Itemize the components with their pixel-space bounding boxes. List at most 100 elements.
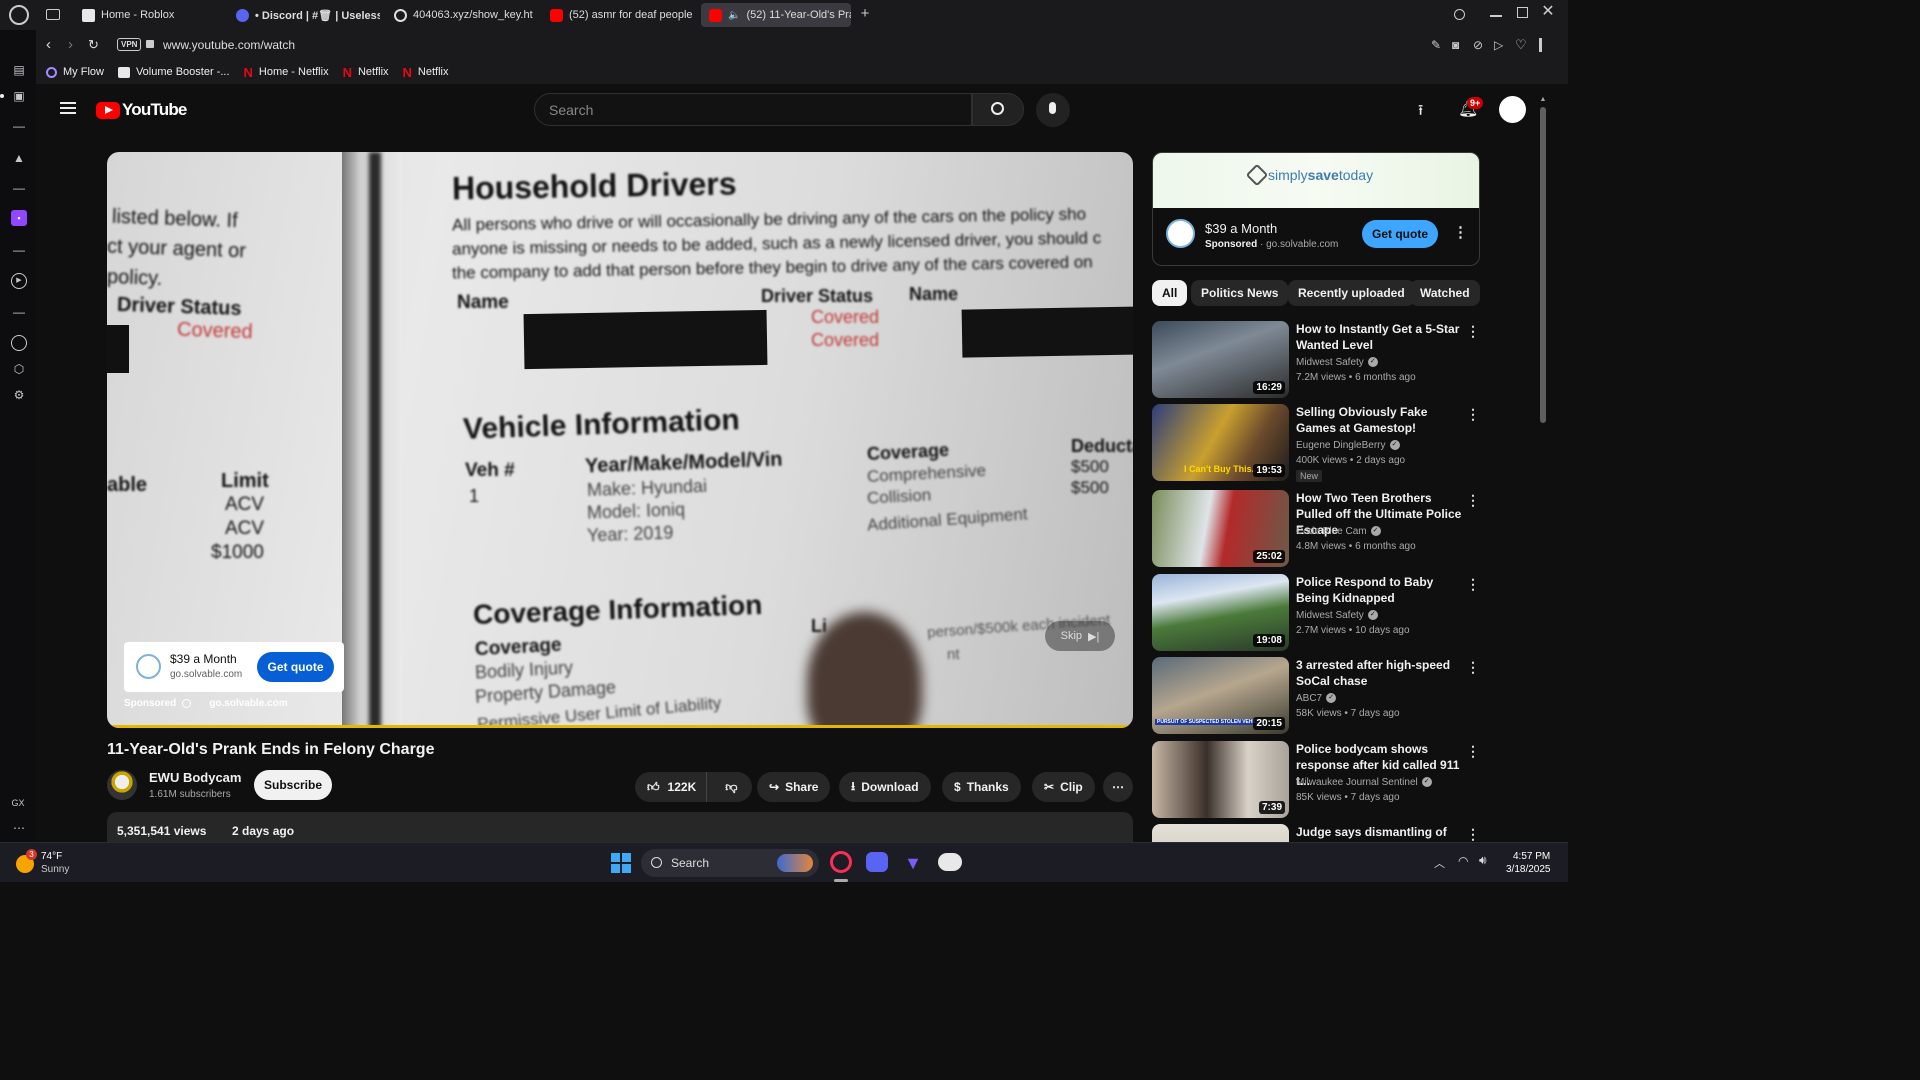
- recommendation-item[interactable]: PURSUIT OF SUSPECTED STOLEN VEHICLE 20:1…: [1152, 657, 1482, 735]
- settings-icon[interactable]: ⚙: [11, 387, 27, 403]
- dislike-button[interactable]: 👎︎: [713, 780, 749, 795]
- url-field[interactable]: www.youtube.com/watch: [163, 38, 295, 52]
- recommendation-channel[interactable]: Code Blue Cam ✓: [1296, 526, 1381, 537]
- recommendation-title[interactable]: Police Respond to Baby Being Kidnapped: [1296, 574, 1466, 606]
- adblock-icon[interactable]: ⊘: [1473, 38, 1483, 52]
- back-icon[interactable]: ‹: [46, 37, 51, 52]
- reload-icon[interactable]: ↻: [88, 37, 99, 52]
- video-thumbnail[interactable]: 7:39: [1152, 741, 1289, 818]
- twitch-icon[interactable]: ▪: [11, 210, 27, 226]
- recommendation-more-icon[interactable]: ⋮: [1466, 492, 1480, 509]
- thanks-button[interactable]: $ Thanks: [942, 772, 1021, 802]
- recommendation-channel[interactable]: Eugene DingleBerry ✓: [1296, 440, 1400, 451]
- download-button[interactable]: ⭳ Download: [839, 772, 931, 802]
- new-tab-button[interactable]: +: [858, 6, 872, 22]
- scrollbar-up-arrow[interactable]: ▲: [1538, 96, 1548, 103]
- ad-progress-track[interactable]: [107, 725, 1133, 728]
- tab-search-icon[interactable]: [46, 9, 60, 20]
- channel-avatar[interactable]: [107, 770, 137, 800]
- video-thumbnail[interactable]: 25:02: [1152, 490, 1289, 567]
- opera-menu-icon[interactable]: [9, 5, 29, 25]
- recommendation-channel[interactable]: Midwest Safety ✓: [1296, 357, 1378, 368]
- video-thumbnail[interactable]: 16:29: [1152, 321, 1289, 398]
- rail-app-icon[interactable]: ▣: [11, 88, 27, 104]
- recommendation-title[interactable]: Selling Obviously Fake Games at Gamestop…: [1296, 404, 1466, 436]
- minimize-button[interactable]: [1490, 15, 1502, 17]
- voice-search-button[interactable]: [1036, 93, 1070, 127]
- camera-icon[interactable]: ◙: [1452, 38, 1459, 52]
- video-thumbnail[interactable]: PURSUIT OF SUSPECTED STOLEN VEHICLE 20:1…: [1152, 657, 1289, 734]
- avatar[interactable]: [1499, 96, 1526, 123]
- recommendation-item[interactable]: 25:02 How Two Teen Brothers Pulled off t…: [1152, 490, 1482, 568]
- recommendation-title[interactable]: How to Instantly Get a 5-Star Wanted Lev…: [1296, 321, 1466, 353]
- opera-gx-taskbar-icon[interactable]: [830, 851, 852, 873]
- recommendation-channel[interactable]: Milwaukee Journal Sentinel ✓: [1296, 777, 1432, 788]
- taskbar-search-box[interactable]: Search: [641, 849, 819, 877]
- search-input[interactable]: Search: [534, 93, 972, 126]
- heart-icon[interactable]: ♡: [1515, 37, 1527, 53]
- chip-all[interactable]: All: [1152, 280, 1188, 306]
- bookmark-netflix[interactable]: N Netflix: [343, 65, 389, 80]
- ad-overlay-card[interactable]: $39 a Month go.solvable.com Get quote: [124, 642, 344, 692]
- vpn-badge[interactable]: VPN: [117, 38, 142, 51]
- recommendation-channel[interactable]: Midwest Safety ✓: [1296, 610, 1378, 621]
- recommendation-more-icon[interactable]: ⋮: [1466, 576, 1480, 593]
- tab-discord[interactable]: • Discord | #🗑 | Useless-: [228, 3, 380, 27]
- clock-time[interactable]: 4:57 PM: [1513, 851, 1550, 862]
- share-button[interactable]: ↪ Share: [757, 772, 831, 802]
- recommendation-item[interactable]: 19:08 Police Respond to Baby Being Kidna…: [1152, 574, 1482, 652]
- edit-icon[interactable]: ✎: [1431, 38, 1441, 52]
- video-player[interactable]: listed below. If ct your agent or policy…: [107, 152, 1133, 728]
- clip-button[interactable]: ✂ Clip: [1032, 772, 1095, 802]
- video-thumbnail[interactable]: 19:08: [1152, 574, 1289, 651]
- recommendation-title[interactable]: Judge says dismantling of: [1296, 824, 1466, 840]
- skip-ad-button[interactable]: Skip ▶|: [1045, 621, 1115, 651]
- volume-icon[interactable]: 🔊︎: [1479, 853, 1487, 868]
- maximize-button[interactable]: [1517, 7, 1528, 18]
- forward-icon[interactable]: ›: [68, 37, 73, 52]
- info-icon[interactable]: [182, 699, 192, 708]
- video-thumbnail[interactable]: [1152, 824, 1289, 842]
- speaker-icon[interactable]: 🔈: [728, 10, 740, 21]
- discord-taskbar-icon[interactable]: [866, 852, 888, 872]
- side-ad-get-quote-button[interactable]: Get quote: [1362, 220, 1438, 248]
- video-thumbnail[interactable]: I Can't Buy This... 19:53: [1152, 404, 1289, 481]
- send-icon[interactable]: ▷: [1494, 38, 1503, 52]
- search-tabs-icon[interactable]: [1454, 9, 1465, 20]
- wifi-icon[interactable]: ◠: [1458, 854, 1468, 868]
- more-actions-button[interactable]: ⋯: [1103, 772, 1133, 802]
- sidebar-toggle-icon[interactable]: [1539, 38, 1542, 52]
- recommendation-item[interactable]: I Can't Buy This... 19:53 Selling Obviou…: [1152, 404, 1482, 482]
- description-box[interactable]: 5,351,541 views 2 days ago: [107, 812, 1133, 842]
- close-window-button[interactable]: ✕: [1540, 4, 1556, 20]
- youtube-logo[interactable]: YouTube: [96, 100, 187, 120]
- rail-app-icon[interactable]: ▤: [11, 62, 27, 78]
- bookmark-home-netflix[interactable]: N Home - Netflix: [244, 65, 329, 80]
- weather-app-taskbar-icon[interactable]: [938, 853, 962, 871]
- recommendation-title[interactable]: 3 arrested after high-speed SoCal chase: [1296, 657, 1466, 689]
- tab-current-video[interactable]: 🔈 (52) 11-Year-Old's Pra: [701, 3, 851, 27]
- ad-url[interactable]: go.solvable.com: [209, 698, 287, 709]
- side-ad-more-icon[interactable]: ⋮: [1453, 223, 1468, 241]
- tab-asmr[interactable]: (52) asmr for deaf people: [542, 3, 694, 27]
- recommendation-item[interactable]: 16:29 How to Instantly Get a 5-Star Want…: [1152, 321, 1482, 399]
- recommendation-item[interactable]: 7:39 Police bodycam shows response after…: [1152, 741, 1482, 819]
- side-ad-banner[interactable]: simply save today: [1153, 153, 1479, 208]
- tab-roblox[interactable]: Home - Roblox: [74, 3, 224, 27]
- recommendation-channel[interactable]: ABC7 ✓: [1296, 693, 1337, 704]
- scrollbar-thumb[interactable]: [1540, 107, 1546, 423]
- recommendation-more-icon[interactable]: ⋮: [1466, 743, 1480, 760]
- vpn-app-taskbar-icon[interactable]: ▼: [902, 852, 924, 874]
- bookmark-my-flow[interactable]: My Flow: [46, 66, 104, 78]
- more-icon[interactable]: ⋯: [11, 820, 27, 836]
- chip-watched[interactable]: Watched: [1410, 280, 1480, 306]
- recommendation-more-icon[interactable]: ⋮: [1466, 659, 1480, 676]
- page-scrollbar[interactable]: ▲: [1538, 96, 1548, 842]
- side-ad-card[interactable]: simply save today $39 a Month Sponsored · …: [1152, 152, 1480, 266]
- bookmark-netflix[interactable]: N Netflix: [403, 65, 449, 80]
- channel-name[interactable]: EWU Bodycam: [149, 770, 241, 785]
- recommendation-item[interactable]: Judge says dismantling of ⋮: [1152, 824, 1482, 842]
- search-button[interactable]: [972, 93, 1024, 126]
- chip-recently-uploaded[interactable]: Recently uploaded: [1288, 280, 1415, 306]
- hamburger-menu-icon[interactable]: [60, 102, 76, 114]
